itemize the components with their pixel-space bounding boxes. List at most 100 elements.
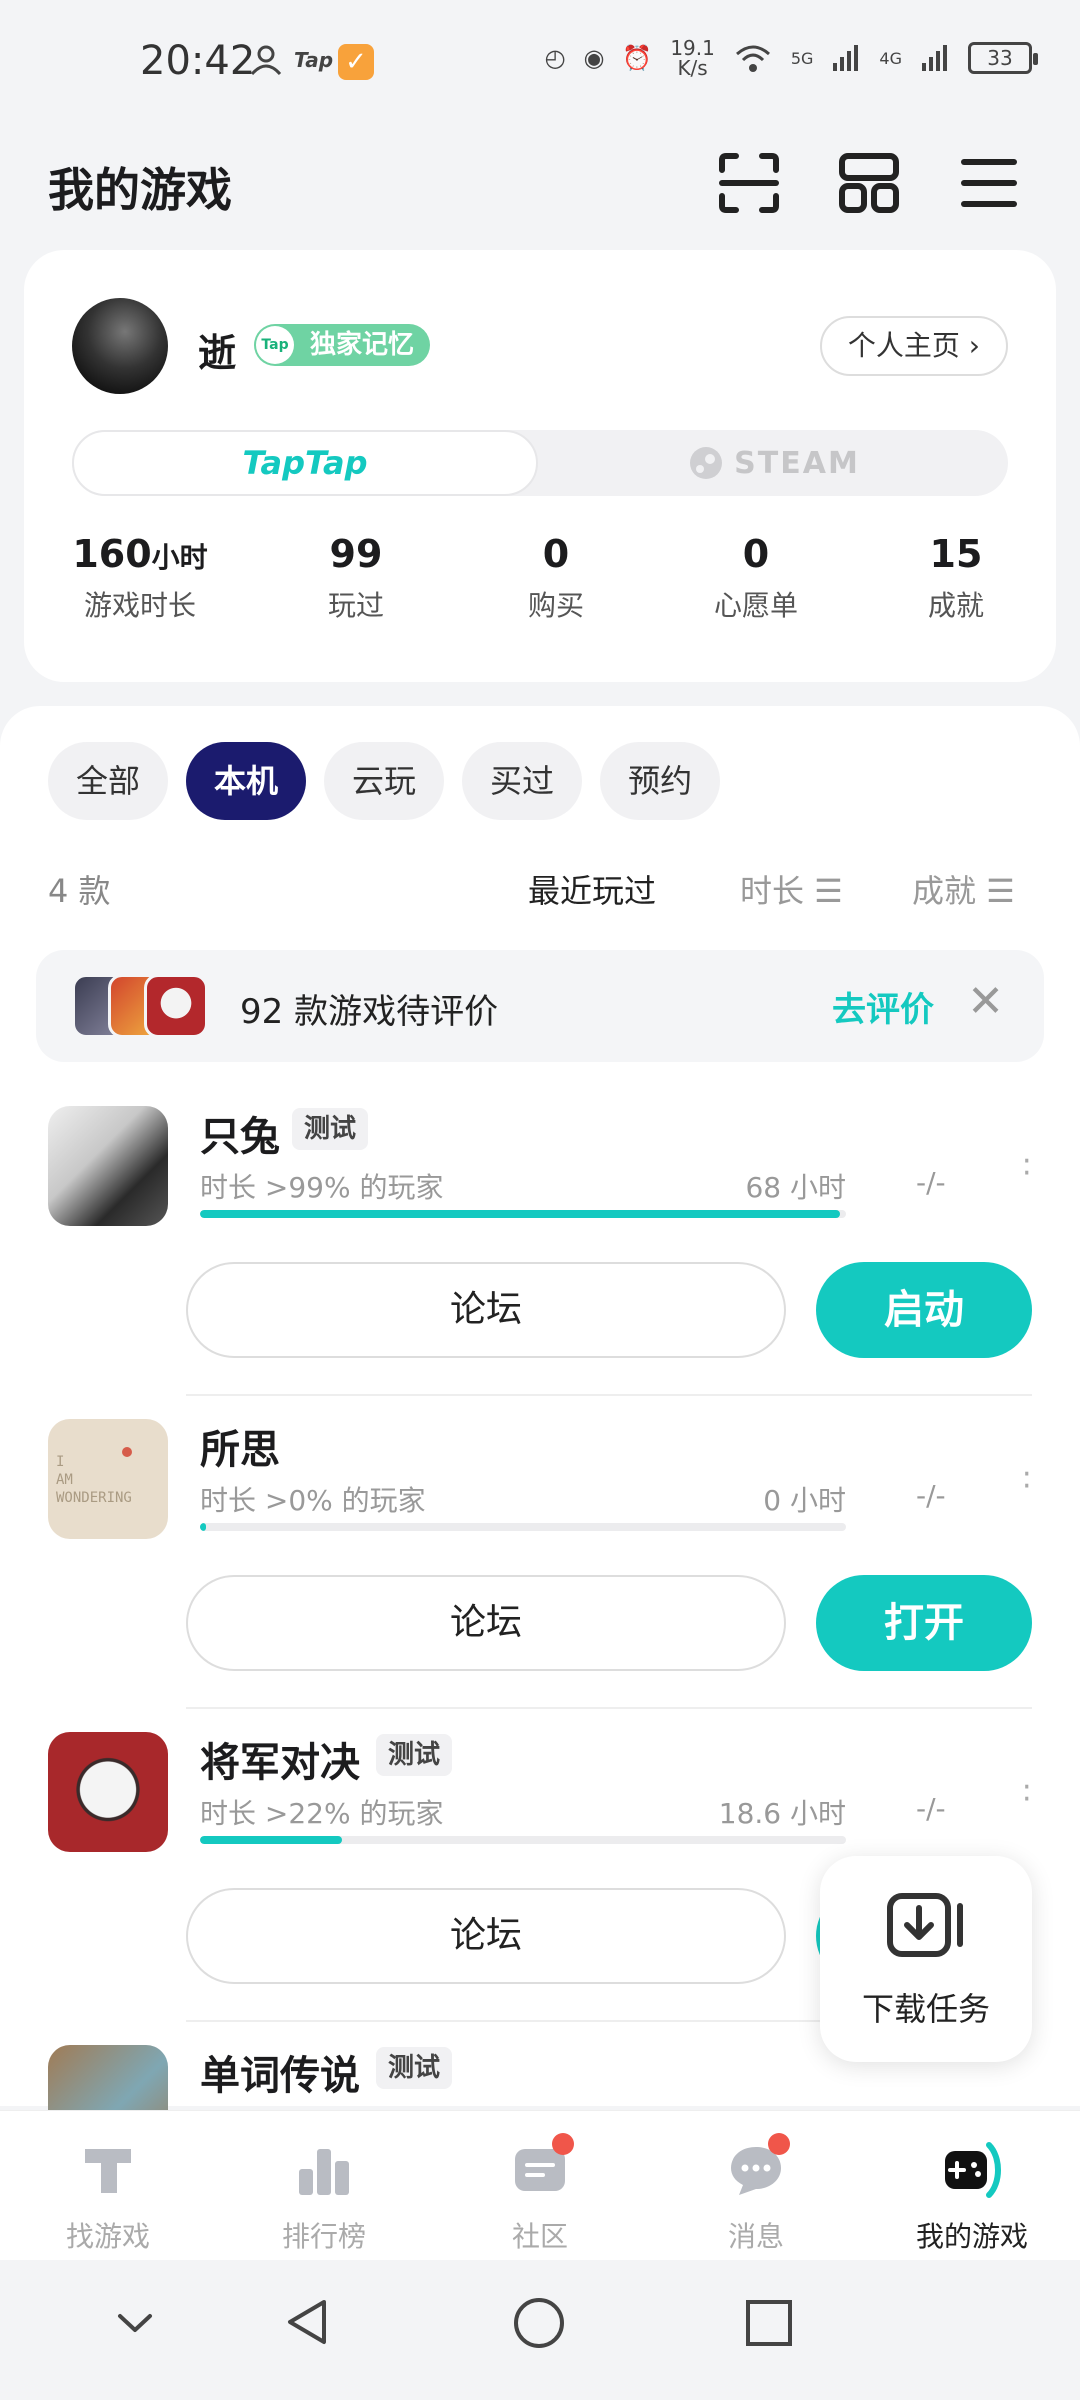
filter-local[interactable]: 本机 bbox=[186, 742, 307, 820]
download-tasks-button[interactable]: 下载任务 bbox=[820, 1856, 1032, 2062]
profile-card: 逝 Tap 独家记忆 个人主页 › TapTap STEAM 160小时 游戏时… bbox=[24, 250, 1056, 682]
game-thumb bbox=[144, 974, 208, 1038]
playtime-bar bbox=[200, 1836, 846, 1844]
close-icon[interactable]: ✕ bbox=[967, 976, 1004, 1027]
achievement-count: -/- bbox=[916, 1479, 946, 1512]
playtime-bar bbox=[200, 1523, 846, 1531]
stat-played[interactable]: 99 玩过 bbox=[256, 532, 456, 624]
sort-recent[interactable]: 最近玩过 bbox=[528, 866, 656, 912]
battery-icon: 33 bbox=[968, 42, 1038, 74]
open-button[interactable]: 打开 bbox=[816, 1575, 1032, 1671]
sort-bar: 4 款 最近玩过 时长 ☰ 成就 ☰ bbox=[48, 858, 1032, 918]
launch-button[interactable]: 启动 bbox=[816, 1262, 1032, 1358]
alarm-icon: ⏰ bbox=[622, 44, 653, 72]
nav-ranking[interactable]: 排行榜 bbox=[216, 2111, 432, 2260]
forum-button[interactable]: 论坛 bbox=[186, 1888, 786, 1984]
recents-icon[interactable] bbox=[744, 2298, 794, 2348]
homepage-button[interactable]: 个人主页 › bbox=[819, 316, 1008, 376]
filter-reserved[interactable]: 预约 bbox=[600, 742, 721, 820]
achievement-count: -/- bbox=[916, 1166, 946, 1199]
bottom-nav: 找游戏 排行榜 社区 消息 我的游戏 bbox=[0, 2110, 1080, 2260]
my-games-icon bbox=[945, 2142, 1001, 2198]
layout-icon[interactable] bbox=[836, 150, 902, 216]
wifi-icon bbox=[735, 45, 770, 72]
divider bbox=[186, 1707, 1032, 1709]
playtime-rank: 时长 >99% 的玩家 bbox=[200, 1171, 444, 1204]
go-review-button[interactable]: 去评价 bbox=[832, 982, 934, 1031]
notification-dot bbox=[768, 2133, 790, 2155]
user-name: 逝 bbox=[198, 331, 237, 375]
steam-icon bbox=[690, 447, 723, 479]
test-tag: 测试 bbox=[376, 2047, 453, 2089]
nav-messages[interactable]: 消息 bbox=[648, 2111, 864, 2260]
playtime-hours: 18.6 小时 bbox=[718, 1797, 846, 1830]
playtime-rank: 时长 >0% 的玩家 bbox=[200, 1484, 426, 1517]
ranking-icon bbox=[299, 2149, 349, 2195]
steam-tab[interactable]: STEAM bbox=[540, 430, 1008, 496]
stat-achievements[interactable]: 15 成就 bbox=[856, 532, 1056, 624]
game-icon[interactable] bbox=[48, 1106, 168, 1226]
signal-icon-2 bbox=[922, 45, 947, 71]
taptap-tab[interactable]: TapTap bbox=[72, 430, 538, 496]
nav-find-games[interactable]: 找游戏 bbox=[0, 2111, 216, 2260]
game-icon[interactable]: I AM WONDERING bbox=[48, 1419, 168, 1539]
stat-purchased[interactable]: 0 购买 bbox=[456, 532, 656, 624]
achievement-count: -/- bbox=[916, 1792, 946, 1825]
more-icon[interactable]: · · bbox=[1022, 1460, 1032, 1502]
back-icon[interactable] bbox=[282, 2296, 334, 2348]
chevron-down-icon[interactable] bbox=[112, 2300, 158, 2346]
page-title: 我的游戏 bbox=[48, 163, 232, 217]
playtime-bar bbox=[200, 1210, 846, 1218]
more-icon[interactable]: · · bbox=[1022, 1147, 1032, 1189]
download-icon bbox=[887, 1893, 963, 1957]
game-name[interactable]: 单词传说 bbox=[200, 2043, 360, 2101]
clock: 20:42 bbox=[140, 38, 256, 84]
game-icon[interactable] bbox=[48, 1732, 168, 1852]
test-tag: 测试 bbox=[376, 1734, 453, 1776]
signal-icon bbox=[833, 45, 859, 71]
review-banner[interactable]: 92 款游戏待评价 去评价 ✕ bbox=[36, 950, 1044, 1062]
game-name[interactable]: 只兔 bbox=[200, 1104, 280, 1162]
nav-my-games[interactable]: 我的游戏 bbox=[864, 2111, 1080, 2260]
review-game-thumbs bbox=[72, 974, 212, 1038]
stat-wishlist[interactable]: 0 心愿单 bbox=[656, 532, 856, 624]
filter-cloud[interactable]: 云玩 bbox=[324, 742, 445, 820]
platform-switch: TapTap STEAM bbox=[72, 430, 1008, 496]
sort-playtime[interactable]: 时长 ☰ bbox=[740, 866, 843, 912]
game-name[interactable]: 所思 bbox=[200, 1417, 280, 1475]
taptap-badge-icon: Tap bbox=[256, 326, 294, 364]
menu-icon[interactable] bbox=[956, 150, 1022, 216]
avatar[interactable] bbox=[72, 298, 168, 394]
filter-chips: 全部 本机 云玩 买过 预约 bbox=[48, 742, 721, 820]
user-icon bbox=[250, 45, 282, 76]
system-nav-bar bbox=[0, 2260, 1080, 2400]
filter-bought[interactable]: 买过 bbox=[462, 742, 583, 820]
playtime-hours: 68 小时 bbox=[745, 1171, 846, 1204]
more-icon[interactable]: · · bbox=[1022, 1773, 1032, 1815]
sim1-label: 5G bbox=[790, 48, 814, 68]
user-badge[interactable]: Tap 独家记忆 bbox=[254, 324, 431, 366]
sim2-label: 4G bbox=[879, 48, 902, 68]
scan-icon[interactable] bbox=[716, 150, 782, 216]
game-name[interactable]: 将军对决 bbox=[200, 1730, 360, 1788]
filter-all[interactable]: 全部 bbox=[48, 742, 169, 820]
download-tasks-label: 下载任务 bbox=[861, 1990, 990, 2028]
find-games-icon bbox=[85, 2149, 131, 2193]
notification-dot bbox=[552, 2133, 574, 2155]
divider bbox=[186, 1394, 1032, 1396]
app-header: 我的游戏 bbox=[0, 140, 1080, 240]
playtime-hours: 0 小时 bbox=[763, 1484, 846, 1517]
nav-community[interactable]: 社区 bbox=[432, 2111, 648, 2260]
home-icon[interactable] bbox=[512, 2296, 566, 2350]
sort-achievements[interactable]: 成就 ☰ bbox=[912, 866, 1015, 912]
forum-button[interactable]: 论坛 bbox=[186, 1262, 786, 1358]
speedometer-icon: ◴ bbox=[544, 44, 566, 72]
forum-button[interactable]: 论坛 bbox=[186, 1575, 786, 1671]
test-tag: 测试 bbox=[292, 1108, 369, 1150]
game-item: I AM WONDERING 所思 时长 >0% 的玩家 0 小时 -/- · · 论… bbox=[0, 1409, 1080, 1721]
stat-playtime[interactable]: 160小时 游戏时长 bbox=[24, 532, 256, 624]
stats-row: 160小时 游戏时长 99 玩过 0 购买 0 心愿单 15 成就 bbox=[24, 532, 1056, 624]
eye-icon: ◉ bbox=[583, 44, 605, 72]
game-item: 只兔 测试 时长 >99% 的玩家 68 小时 -/- · · 论坛 启动 bbox=[0, 1096, 1080, 1408]
game-count: 4 款 bbox=[48, 872, 111, 910]
